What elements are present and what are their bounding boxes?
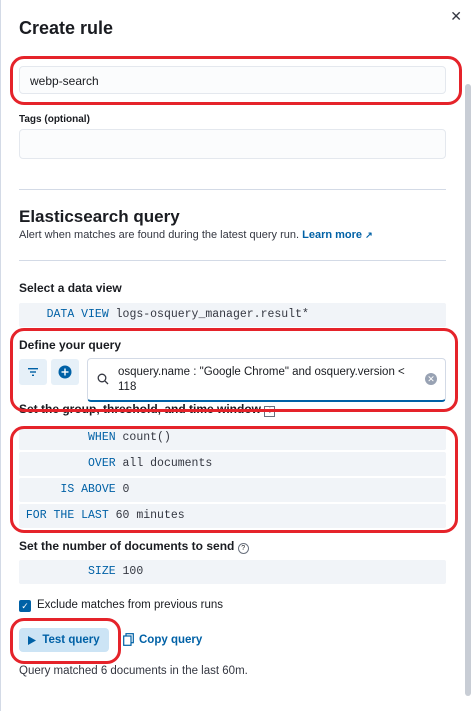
define-query-label: Define your query — [19, 338, 122, 352]
data-view-selector[interactable]: DATA VIEW logs-osquery_manager.result* — [19, 303, 446, 327]
flyout-title: Create rule — [19, 18, 114, 38]
scrollbar[interactable] — [465, 84, 471, 696]
copy-query-label[interactable]: Copy query — [139, 634, 202, 646]
size-keyword: SIZE — [88, 565, 116, 578]
over-keyword: OVER — [88, 457, 116, 470]
learn-more-link[interactable]: Learn more ↗ — [302, 229, 373, 241]
search-icon — [97, 373, 109, 385]
tags-input[interactable] — [19, 129, 446, 159]
query-text[interactable]: osquery.name : "Google Chrome" and osque… — [118, 365, 408, 395]
tags-label: Tags (optional) — [19, 114, 90, 125]
query-result-text: Query matched 6 documents in the last 60… — [19, 665, 248, 677]
test-query-label[interactable]: Test query — [42, 634, 99, 646]
over-value[interactable]: all documents — [123, 457, 213, 470]
help-icon[interactable]: ? — [237, 543, 249, 554]
is-above-keyword: IS ABOVE — [60, 483, 116, 496]
group-threshold-text: Set the group, threshold, and time windo… — [19, 402, 262, 416]
rule-name-input[interactable]: webp-search — [19, 66, 446, 94]
checkbox-check-icon: ✓ — [21, 601, 29, 611]
test-query-button[interactable]: Test query — [19, 628, 109, 652]
when-keyword: WHEN — [88, 431, 116, 444]
divider — [19, 260, 446, 261]
for-the-last-value[interactable]: 60 minutes — [116, 509, 185, 522]
copy-icon — [123, 633, 134, 646]
size-row[interactable]: SIZE 100 — [19, 560, 446, 584]
data-view-value[interactable]: logs-osquery_manager.result* — [116, 308, 309, 321]
size-label-text: Set the number of documents to send — [19, 539, 235, 553]
learn-more-text[interactable]: Learn more — [302, 229, 362, 241]
data-view-label: Select a data view — [19, 281, 122, 295]
for-the-last-keyword: FOR THE LAST — [25, 509, 109, 522]
info-icon[interactable]: i — [264, 406, 276, 417]
section-description-text: Alert when matches are found during the … — [19, 229, 300, 241]
play-icon — [28, 635, 37, 645]
flyout-border — [0, 0, 1, 711]
over-row[interactable]: OVER all documents — [19, 452, 446, 476]
section-description: Alert when matches are found during the … — [19, 229, 373, 241]
clear-icon[interactable]: ✕ — [425, 373, 437, 385]
for-the-last-row[interactable]: FOR THE LAST 60 minutes — [19, 504, 446, 528]
exclude-matches-label[interactable]: Exclude matches from previous runs — [37, 599, 223, 611]
copy-query-button[interactable]: Copy query — [123, 633, 202, 646]
query-input[interactable]: osquery.name : "Google Chrome" and osque… — [87, 358, 446, 402]
filter-icon[interactable] — [19, 359, 47, 385]
is-above-row[interactable]: IS ABOVE 0 — [19, 478, 446, 502]
external-link-icon: ↗ — [365, 230, 373, 240]
exclude-matches-checkbox[interactable]: ✓ — [19, 600, 31, 612]
when-value[interactable]: count() — [123, 431, 171, 444]
data-view-keyword: DATA VIEW — [46, 308, 109, 321]
group-threshold-label: Set the group, threshold, and time windo… — [19, 402, 276, 417]
section-title: Elasticsearch query — [19, 207, 180, 226]
is-above-value[interactable]: 0 — [123, 483, 130, 496]
size-value[interactable]: 100 — [123, 565, 144, 578]
close-icon[interactable]: ✕ — [450, 8, 462, 25]
size-label: Set the number of documents to send ? — [19, 539, 249, 554]
divider — [19, 189, 446, 190]
when-row[interactable]: WHEN count() — [19, 426, 446, 450]
plus-circle-icon[interactable] — [51, 359, 79, 385]
create-rule-flyout: ✕ Create rule webp-search Tags (optional… — [0, 0, 474, 711]
